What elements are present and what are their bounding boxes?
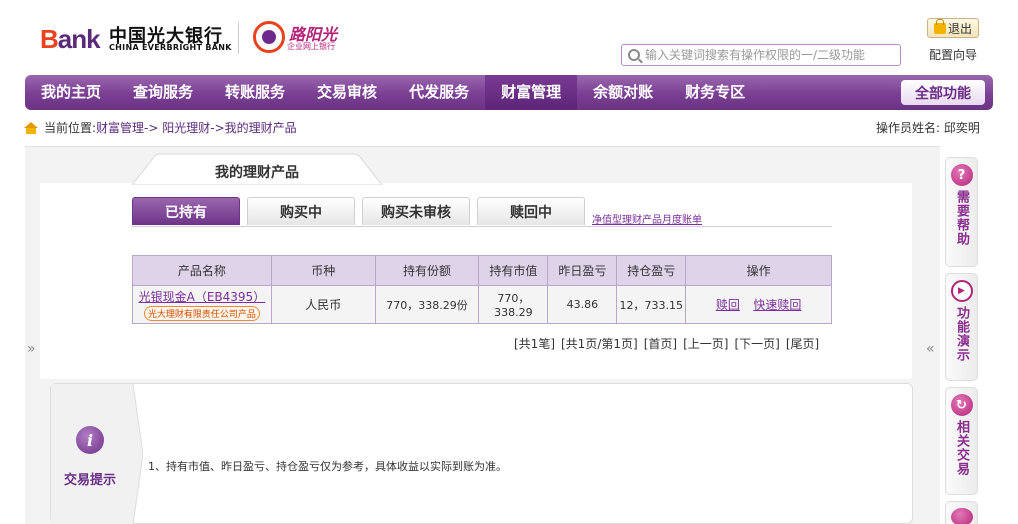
col-market-value: 持有市值 [478,255,549,286]
pager-first[interactable]: [首页] [644,335,677,352]
table-header-row: 产品名称 币种 持有份额 持有市值 昨日盈亏 持仓盈亏 操作 [132,255,832,286]
logo-divider [238,22,239,54]
demo-label: 功能演示 [954,306,969,362]
page-title-tab: 我的理财产品 [132,153,382,185]
col-currency: 币种 [270,255,376,286]
tips-slant-shape [123,384,143,524]
quick-redeem-link[interactable]: 快速赎回 [753,298,801,312]
help-button[interactable]: ? 需要帮助 [945,157,978,267]
bank-name-en: CHINA EVERBRIGHT BANK [109,43,232,52]
help-icon: ? [950,164,973,186]
col-shares: 持有份额 [374,255,480,286]
cell-daily-pnl: 43.86 [547,285,618,324]
related-transactions-button[interactable]: ↻ 相关交易 [945,387,978,495]
col-position-pnl: 持仓盈亏 [616,255,687,286]
sunshine-emblem-icon [253,21,285,53]
cell-currency: 人民币 [270,285,376,324]
col-actions: 操作 [685,255,832,286]
tips-label: 交易提示 [64,473,117,488]
more-icon [950,508,973,524]
cell-actions: 赎回 快速赎回 [685,285,832,324]
col-daily-pnl: 昨日盈亏 [547,255,618,286]
tips-text: 1、持有市值、昨日盈亏、持仓盈亏仅为参考，具体收益以实际到账为准。 [148,460,507,473]
col-product-name: 产品名称 [132,255,272,286]
operator-name: 邱奕明 [943,121,980,135]
home-icon [24,121,38,134]
bank-logo-prefix: B [40,24,59,54]
nav-item-review[interactable]: 交易审核 [301,75,393,110]
cell-product: 光银现金A（EB4395） 光大理财有限责任公司产品 [132,285,272,324]
cell-position-pnl: 12，733.15 [616,285,687,324]
monthly-statement-link[interactable]: 净值型理财产品月度账单 [592,211,702,226]
product-issuer-badge: 光大理财有限责任公司产品 [143,306,260,321]
redeem-link[interactable]: 赎回 [716,298,740,312]
bank-logo[interactable]: Bank [40,24,101,55]
bank-logo-word: ank [57,24,101,54]
demo-button[interactable]: ▶ 功能演示 [945,273,978,381]
nav-item-query[interactable]: 查询服务 [117,75,209,110]
collapse-right-arrow-icon[interactable]: « [926,341,935,357]
right-sidebar: ? 需要帮助 ▶ 功能演示 ↻ 相关交易 [945,157,978,524]
help-label: 需要帮助 [954,190,969,246]
page-title: 我的理财产品 [215,165,299,181]
search-box[interactable] [621,44,901,66]
table-row: 光银现金A（EB4395） 光大理财有限责任公司产品 人民币 770，338.2… [132,285,832,324]
search-input[interactable] [645,48,895,62]
pager-pages: [共1页/第1页] [561,337,638,351]
more-sidebar-button[interactable] [945,501,978,524]
tab-redeeming[interactable]: 赎回中 [477,197,585,225]
nav-item-payroll[interactable]: 代发服务 [393,75,485,110]
nav-item-reconcile[interactable]: 余额对账 [577,75,669,110]
expand-left-arrow-icon[interactable]: » [27,341,36,357]
logout-label: 退出 [947,21,972,36]
search-icon [628,49,640,61]
operator-info: 操作员姓名: 邱奕明 [876,121,980,135]
pager-prev[interactable]: [上一页] [683,335,728,352]
info-icon: i [76,426,104,454]
holding-tabs: 已持有 购买中 购买未审核 赎回中 [132,197,832,227]
pagination: [共1笔] [共1页/第1页] [首页] [上一页] [下一页] [尾页] [514,335,819,352]
refresh-icon: ↻ [950,394,973,416]
tab-held[interactable]: 已持有 [132,197,240,225]
nav-item-wealth[interactable]: 财富管理 [485,75,578,110]
breadcrumb: 当前位置: 财富管理-> 阳光理财->我的理财产品 [24,119,297,136]
sub-brand-caption: 企业网上银行 [287,42,335,51]
breadcrumb-path[interactable]: 财富管理-> 阳光理财->我的理财产品 [96,119,297,136]
logout-button[interactable]: 退出 [927,18,979,38]
play-icon: ▶ [950,280,973,302]
pager-next[interactable]: [下一页] [734,335,779,352]
transaction-tips: i 交易提示 1、持有市值、昨日盈亏、持仓盈亏仅为参考，具体收益以实际到账为准。 [50,383,913,524]
lock-icon [933,18,946,34]
nav-item-home[interactable]: 我的主页 [25,75,117,110]
cell-shares: 770，338.29份 [374,285,480,324]
product-name-link[interactable]: 光银现金A（EB4395） [133,288,271,305]
related-label: 相关交易 [954,420,969,476]
tips-header [51,384,133,524]
tab-purchasing[interactable]: 购买中 [247,197,355,225]
tab-purchase-unreviewed[interactable]: 购买未审核 [362,197,470,225]
nav-item-transfer[interactable]: 转账服务 [209,75,301,110]
cell-market-value: 770，338.29 [478,285,549,324]
config-wizard-link[interactable]: 配置向导 [929,46,977,63]
breadcrumb-label: 当前位置: [44,121,97,135]
pager-total: [共1笔] [514,337,555,351]
main-nav: 我的主页 查询服务 转账服务 交易审核 代发服务 财富管理 余额对账 财务专区 … [25,75,993,110]
header: Bank 中国光大银行 CHINA EVERBRIGHT BANK 路阳光 企业… [0,0,1018,75]
all-functions-button[interactable]: 全部功能 [901,80,985,105]
holdings-table: 产品名称 币种 持有份额 持有市值 昨日盈亏 持仓盈亏 操作 光银现金A（EB4… [132,255,832,324]
nav-item-finance[interactable]: 财务专区 [669,75,761,110]
pager-last[interactable]: [尾页] [786,335,819,352]
